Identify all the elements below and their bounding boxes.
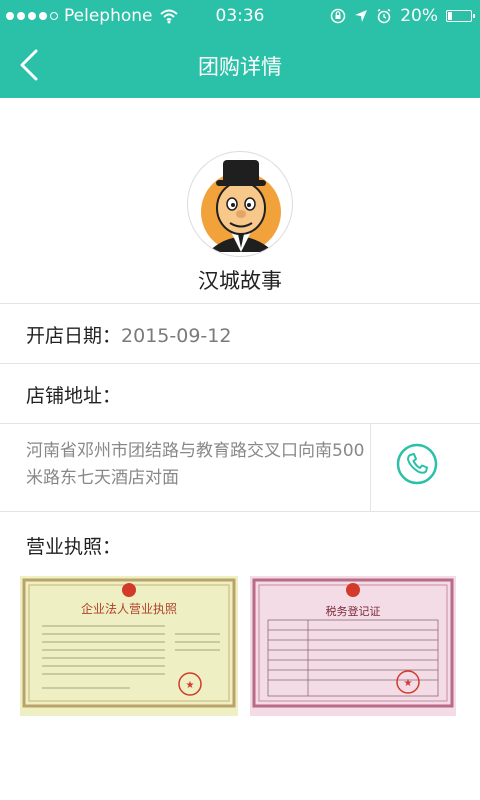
- store-avatar: [187, 151, 293, 257]
- business-license-title: 企业法人营业执照: [81, 601, 177, 616]
- status-bar: Pelephone 03:36 20%: [0, 0, 480, 33]
- business-license-image[interactable]: 企业法人营业执照 ★: [20, 576, 238, 716]
- status-right: 20%: [330, 6, 475, 26]
- vertical-divider: [370, 424, 371, 511]
- address-text: 河南省邓州市团结路与教育路交叉口向南500米路东七天酒店对面: [26, 441, 365, 488]
- license-gallery: 企业法人营业执照 ★ 税务登记证 ★: [0, 576, 480, 720]
- cartoon-mascot-icon: [201, 160, 281, 252]
- phone-call-icon[interactable]: [395, 442, 439, 486]
- store-header: 汉城故事: [0, 98, 480, 304]
- license-label: 营业执照：: [26, 536, 122, 558]
- svg-text:★: ★: [186, 680, 195, 691]
- svg-text:★: ★: [404, 678, 413, 689]
- store-name: 汉城故事: [198, 269, 282, 293]
- open-date-value: 2015-09-12: [121, 325, 232, 347]
- open-date-label: 开店日期：: [26, 325, 122, 347]
- address-label-row: 店铺地址：: [0, 364, 480, 424]
- location-arrow-icon: [355, 10, 368, 22]
- address-label: 店铺地址：: [26, 385, 122, 407]
- battery-percent: 20%: [400, 6, 438, 26]
- open-date-row: 开店日期：2015-09-12: [0, 304, 480, 364]
- battery-icon: [446, 10, 475, 22]
- open-date-line: 开店日期：2015-09-12: [26, 321, 231, 348]
- alarm-icon: [377, 8, 391, 24]
- license-label-row: 营业执照：: [0, 512, 480, 576]
- navigation-bar: 团购详情: [0, 33, 480, 98]
- address-row: 河南省邓州市团结路与教育路交叉口向南500米路东七天酒店对面: [0, 424, 480, 512]
- rotation-lock-icon: [330, 8, 346, 24]
- page-title: 团购详情: [198, 55, 282, 79]
- tax-registration-image[interactable]: 税务登记证 ★: [250, 576, 456, 716]
- tax-registration-title: 税务登记证: [326, 604, 381, 618]
